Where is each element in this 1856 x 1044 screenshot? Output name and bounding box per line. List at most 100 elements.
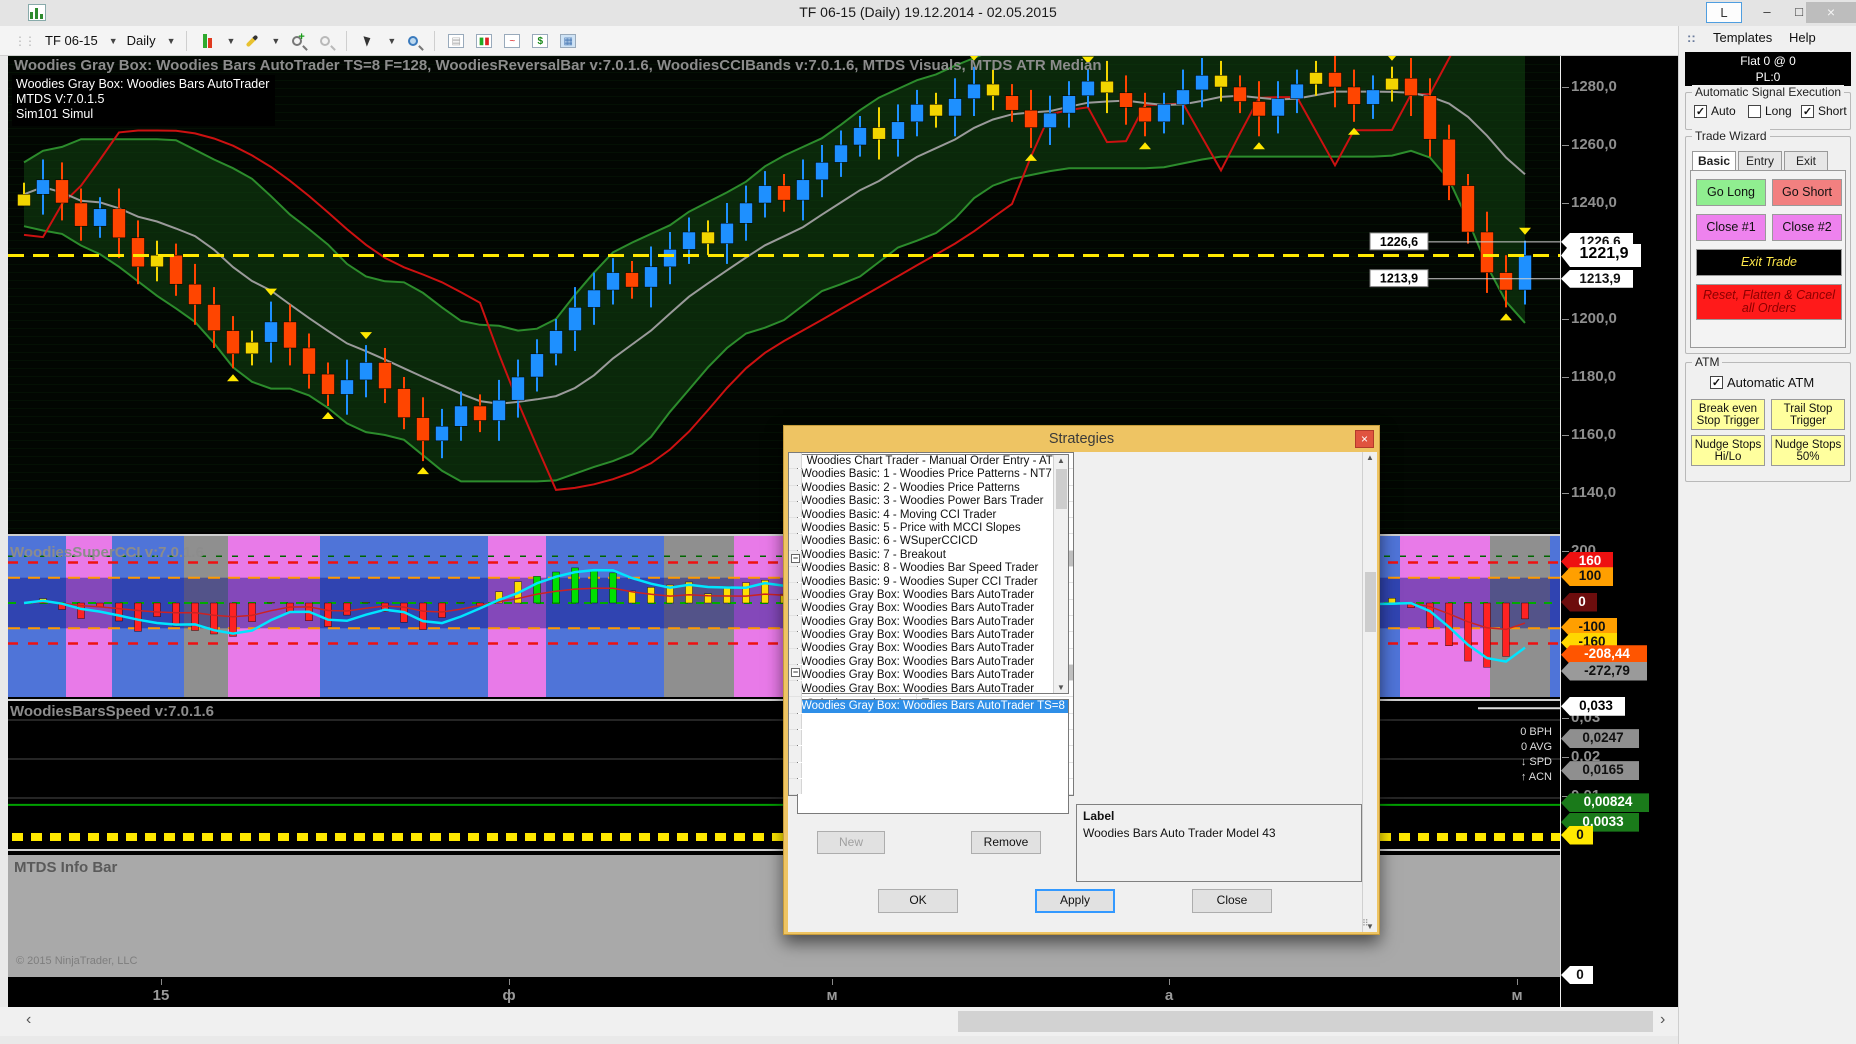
- layout-icon[interactable]: ▦: [557, 31, 579, 51]
- menu-help[interactable]: Help: [1789, 30, 1816, 45]
- trade-wizard-group: Trade Wizard BasicEntryExit Go Long Go S…: [1685, 136, 1851, 354]
- cursor-icon[interactable]: [357, 31, 379, 51]
- bars-panel-icon[interactable]: ▮▮: [473, 31, 495, 51]
- dollar-icon[interactable]: $: [529, 31, 551, 51]
- tooltip-line: MTDS V:7.0.1.5: [16, 92, 269, 107]
- strategy-list-item[interactable]: Woodies Chart Trader - Manual Order Entr…: [798, 455, 1068, 468]
- price-axis[interactable]: 1280,01260,01240,01200,01180,01160,01140…: [1560, 56, 1678, 1007]
- configured-strategy-item[interactable]: Woodies Gray Box: Woodies Bars AutoTrade…: [798, 700, 1068, 713]
- strategy-list-item[interactable]: Woodies Gray Box: Woodies Bars AutoTrade…: [798, 669, 1068, 682]
- resize-grip[interactable]: ⠿: [1362, 918, 1372, 928]
- short-checkbox[interactable]: ✓Short: [1801, 104, 1847, 118]
- tooltip-line: Woodies Gray Box: Woodies Bars AutoTrade…: [16, 77, 269, 92]
- price-tag: 0,00824: [1561, 793, 1649, 812]
- dialog-title: Strategies: [784, 426, 1379, 452]
- tab-basic[interactable]: Basic: [1692, 151, 1736, 171]
- reset-flatten-button[interactable]: Reset, Flatten & Cancel all Orders: [1696, 284, 1842, 320]
- atm-button-4[interactable]: Nudge Stops 50%: [1771, 435, 1845, 466]
- link-button[interactable]: L: [1706, 2, 1742, 23]
- draw-pencil-icon[interactable]: [241, 31, 263, 51]
- zoom-out-icon[interactable]: [314, 31, 336, 51]
- strategy-list-item[interactable]: Woodies Gray Box: Woodies Bars AutoTrade…: [798, 602, 1068, 615]
- remove-button[interactable]: Remove: [971, 831, 1041, 854]
- tab-exit[interactable]: Exit: [1784, 151, 1828, 171]
- svg-text:1213,9: 1213,9: [1380, 272, 1418, 286]
- atm-button-1[interactable]: Break even Stop Trigger: [1691, 399, 1765, 430]
- close-button[interactable]: ×: [1806, 2, 1856, 23]
- grid-margin: [789, 502, 802, 517]
- dialog-close-icon[interactable]: ×: [1355, 430, 1374, 448]
- ok-button[interactable]: OK: [878, 889, 958, 913]
- close1-button[interactable]: Close #1: [1696, 214, 1766, 241]
- interval-dropdown[interactable]: Daily: [124, 31, 159, 50]
- checkbox-icon[interactable]: ✓: [1694, 105, 1707, 118]
- strategy-list-item[interactable]: Woodies Basic: 4 - Moving CCI Trader: [798, 509, 1068, 522]
- strategy-list-item[interactable]: Woodies Gray Box: Woodies Bars AutoTrade…: [798, 616, 1068, 629]
- strategy-list-item[interactable]: Woodies Gray Box: Woodies Bars AutoTrade…: [798, 589, 1068, 602]
- strategy-list-item[interactable]: Woodies Gray Box: Woodies Bars AutoTrade…: [798, 642, 1068, 655]
- exit-trade-button[interactable]: Exit Trade: [1696, 249, 1842, 276]
- strategy-list-item[interactable]: Woodies Basic: 9 - Woodies Super CCI Tra…: [798, 576, 1068, 589]
- toolbar-grip[interactable]: ⋮⋮: [14, 34, 34, 48]
- configured-strategies-list[interactable]: Woodies Gray Box: Woodies Bars AutoTrade…: [797, 699, 1069, 814]
- scroll-down-icon[interactable]: ▼: [1054, 683, 1068, 692]
- close2-button[interactable]: Close #2: [1772, 214, 1842, 241]
- panel-grip-icon[interactable]: ::: [1687, 30, 1696, 45]
- go-long-button[interactable]: Go Long: [1696, 179, 1766, 206]
- scroll-left-icon[interactable]: ‹: [26, 1011, 31, 1029]
- available-strategies-list[interactable]: ▲▼ Woodies Chart Trader - Manual Order E…: [797, 454, 1069, 694]
- automatic-atm-checkbox[interactable]: ✓Automatic ATM: [1710, 375, 1814, 390]
- axis-label: 1240,0: [1571, 194, 1617, 211]
- strategy-list-item[interactable]: Woodies Basic: 2 - Woodies Price Pattern…: [798, 482, 1068, 495]
- scroll-up-icon[interactable]: ▲: [1054, 456, 1068, 465]
- atm-button-3[interactable]: Nudge Stops Hi/Lo: [1691, 435, 1765, 466]
- strategies-dialog[interactable]: Strategies × ▲▼ Woodies Chart Trader - M…: [783, 425, 1380, 935]
- strategy-list-item[interactable]: Woodies Basic: 5 - Price with MCCI Slope…: [798, 522, 1068, 535]
- grid-margin: [789, 681, 802, 696]
- chevron-down-icon: ▼: [387, 36, 396, 46]
- dialog-close-button[interactable]: Close: [1192, 889, 1272, 913]
- chart-line-icon[interactable]: ~: [501, 31, 523, 51]
- checkbox-icon[interactable]: ✓: [1710, 376, 1723, 389]
- strategy-list-item[interactable]: Woodies Basic: 3 - Woodies Power Bars Tr…: [798, 495, 1068, 508]
- checkbox-icon[interactable]: [1748, 105, 1761, 118]
- grid-margin: [789, 649, 802, 664]
- zoom-in-icon[interactable]: +: [286, 31, 308, 51]
- scroll-right-icon[interactable]: ›: [1660, 1011, 1665, 1029]
- magnifier-icon[interactable]: [402, 31, 424, 51]
- new-button[interactable]: New: [817, 831, 885, 854]
- checkbox-icon[interactable]: ✓: [1801, 105, 1814, 118]
- panel-icon[interactable]: ▤: [445, 31, 467, 51]
- strategy-list-item[interactable]: Woodies Gray Box: Woodies Bars AutoTrade…: [798, 629, 1068, 642]
- strategy-list-item[interactable]: Woodies Basic: 1 - Woodies Price Pattern…: [798, 468, 1068, 481]
- list-scrollbar[interactable]: ▲▼: [1053, 455, 1068, 693]
- time-axis-tick: [1169, 979, 1170, 985]
- long-checkbox[interactable]: Long: [1748, 104, 1792, 118]
- scrollbar-thumb[interactable]: [958, 1011, 1653, 1032]
- strategy-list-item[interactable]: Woodies Basic: 6 - WSuperCCICD: [798, 535, 1068, 548]
- horizontal-scrollbar[interactable]: ‹ ›: [0, 1007, 1678, 1036]
- collapse-icon[interactable]: −: [791, 554, 800, 563]
- minimize-button[interactable]: –: [1752, 2, 1782, 23]
- apply-button[interactable]: Apply: [1035, 889, 1115, 913]
- strategy-list-item[interactable]: Woodies Basic: 8 - Woodies Bar Speed Tra…: [798, 562, 1068, 575]
- price-tag: 1213,9: [1561, 270, 1633, 288]
- tab-entry[interactable]: Entry: [1738, 151, 1782, 171]
- atm-button-2[interactable]: Trail Stop Trigger: [1771, 399, 1845, 430]
- menu-templates[interactable]: Templates: [1713, 30, 1772, 45]
- strategy-list-item[interactable]: Woodies Basic: 7 - Breakout: [798, 549, 1068, 562]
- instrument-dropdown[interactable]: TF 06-15: [42, 31, 101, 50]
- grid-margin: [789, 600, 802, 615]
- grid-margin: [789, 616, 802, 631]
- chevron-down-icon: ▼: [227, 36, 236, 46]
- scrollbar-thumb[interactable]: [1056, 469, 1067, 509]
- strategy-list-item[interactable]: Woodies Gray Box: Woodies Bars AutoTrade…: [798, 683, 1068, 694]
- auto-checkbox[interactable]: ✓Auto: [1694, 104, 1736, 118]
- chart-style-icon[interactable]: [197, 31, 219, 51]
- time-axis-tick: [509, 979, 510, 985]
- go-short-button[interactable]: Go Short: [1772, 179, 1842, 206]
- chart-toolbar: ⋮⋮ TF 06-15▼ Daily▼ ▼ ▼ + ▼ ▤ ▮▮ ~ $ ▦: [0, 26, 1678, 56]
- strategy-list-item[interactable]: Woodies Gray Box: Woodies Bars AutoTrade…: [798, 656, 1068, 669]
- time-axis-tick: [832, 979, 833, 985]
- collapse-icon[interactable]: −: [791, 668, 800, 677]
